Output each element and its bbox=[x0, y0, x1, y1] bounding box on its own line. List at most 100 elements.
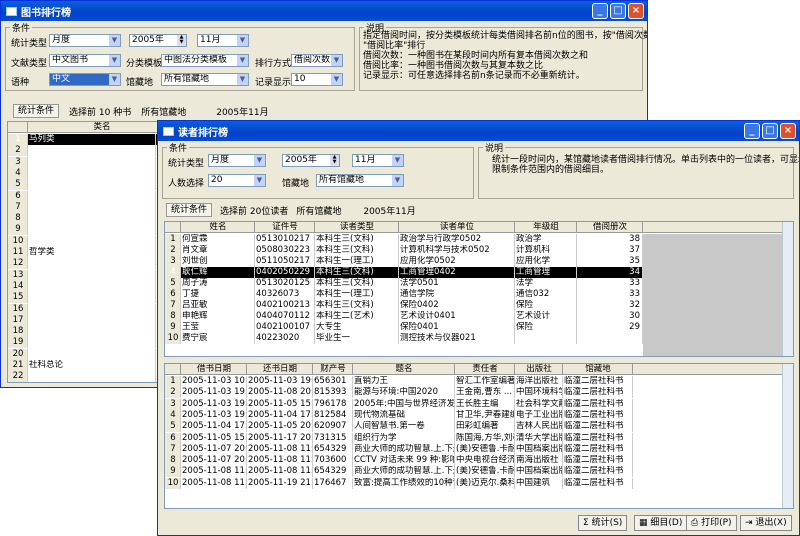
stat-type-select[interactable]: 月度 ▼ bbox=[49, 34, 121, 47]
row-number: 10 bbox=[165, 477, 181, 489]
month-select[interactable]: 11月 ▼ bbox=[197, 34, 249, 47]
detail-button[interactable]: ▦ 细目(D) bbox=[634, 515, 688, 531]
table-row[interactable]: 92005-11-08 11:04:092005-11-08 11:03:296… bbox=[165, 466, 793, 478]
row-number: 22 bbox=[8, 371, 28, 382]
reader-cell: 38 bbox=[577, 234, 643, 245]
reader-cell: 申艳辉 bbox=[181, 311, 255, 322]
reader-cell: 保险 bbox=[515, 300, 577, 311]
dropdown-arrow-icon: ▼ bbox=[331, 74, 342, 85]
record-display-value: 10 bbox=[294, 74, 306, 84]
table-row[interactable]: 9 王莹 0402100107 大专生 保险0401 保险 29 bbox=[165, 322, 643, 333]
detail-cell: (美)安德鲁.卡耐基 bbox=[455, 443, 515, 455]
language-select[interactable]: 中文 ▼ bbox=[49, 73, 121, 86]
category-cell: 马列类 bbox=[28, 134, 156, 145]
note-text: 统计一段时间内，某馆藏地读者借阅排行情况。单击列表中的一位读者，可显示其在 限制… bbox=[492, 155, 800, 175]
maximize-button[interactable]: □ bbox=[762, 123, 778, 139]
table-row[interactable]: 72005-11-07 20:15:062005-11-08 11:03:296… bbox=[165, 443, 793, 455]
order-select[interactable]: 借阅次数 ▼ bbox=[291, 54, 343, 67]
doc-type-value: 中文图书 bbox=[52, 55, 89, 65]
table-row[interactable]: 3 刘世创 0511050217 本科生一(理工) 应用化学0502 应用化学 35 bbox=[165, 256, 643, 267]
row-number: 5 bbox=[165, 421, 181, 433]
vertical-scrollbar[interactable] bbox=[782, 364, 793, 508]
reader-cell: 本科生三(文科) bbox=[315, 300, 399, 311]
table-row[interactable]: 5 周子涛 0513020125 本科生三(文科) 法学0501 法学 33 bbox=[165, 278, 643, 289]
doc-type-select[interactable]: 中文图书 ▼ bbox=[49, 54, 121, 67]
row-number: 3 bbox=[165, 256, 181, 267]
month-select[interactable]: 11月 ▼ bbox=[352, 154, 404, 167]
row-number: 3 bbox=[8, 156, 28, 168]
row-number: 8 bbox=[8, 213, 28, 225]
month-value: 11月 bbox=[200, 35, 221, 45]
row-number: 18 bbox=[8, 326, 28, 338]
detail-cell: 2005-11-04 17:17:23 bbox=[181, 421, 247, 433]
detail-cell: 2005-11-03 19:35:18 bbox=[181, 409, 247, 421]
print-button[interactable]: ⎙ 打印(P) bbox=[686, 515, 737, 531]
table-row[interactable]: 7 吕亚敏 0402100213 本科生三(文科) 保险0402 保险 32 bbox=[165, 300, 643, 311]
reader-cell: 保险 bbox=[515, 322, 577, 333]
reader-cell: 37 bbox=[577, 245, 643, 256]
table-row[interactable]: 12005-11-03 10:33:032005-11-03 19:32:486… bbox=[165, 376, 793, 387]
count-label: 人数选择 bbox=[168, 179, 205, 189]
table-row[interactable]: 32005-11-03 19:33:442005-11-05 15:53:307… bbox=[165, 398, 793, 410]
tab-condition[interactable]: 统计条件 bbox=[166, 203, 213, 217]
tab-condition[interactable]: 统计条件 bbox=[13, 104, 60, 118]
minimize-button[interactable]: _ bbox=[592, 3, 608, 19]
stat-button[interactable]: Σ 统计(S) bbox=[578, 515, 628, 531]
empty-area bbox=[643, 234, 793, 356]
table-row[interactable]: 6 丁捷 40326073 本科生一(理工) 通信学院 通信032 33 bbox=[165, 289, 643, 300]
detail-cell: 中国档案出版社 bbox=[515, 443, 563, 455]
column-header: 出版社 bbox=[515, 364, 563, 375]
year-spinner[interactable]: 2005年 ▲ ▼ bbox=[129, 34, 187, 47]
dropdown-arrow-icon: ▼ bbox=[331, 55, 342, 66]
close-button[interactable]: × bbox=[628, 3, 644, 19]
app-icon bbox=[6, 6, 17, 16]
detail-cell: 703600 bbox=[313, 455, 353, 467]
table-row[interactable]: 4 耿仁辉 0402050229 本科生三(文科) 工商管理0402 工商管理 34 bbox=[165, 267, 643, 278]
table-row[interactable]: 52005-11-04 17:17:232005-11-05 20:15:136… bbox=[165, 421, 793, 433]
detail-cell: 654329 bbox=[313, 443, 353, 455]
reader-cell: 艺术设计0401 bbox=[399, 311, 515, 322]
row-number: 7 bbox=[8, 201, 28, 213]
location-select[interactable]: 所有馆藏地 ▼ bbox=[316, 174, 404, 187]
table-row[interactable]: 2 肖文章 0508030223 本科生三(文科) 计算机科学与技术0502 计算机科 37 bbox=[165, 245, 643, 256]
table-row[interactable]: 62005-11-05 15:54:072005-11-17 20:55:147… bbox=[165, 432, 793, 444]
dropdown-arrow-icon: ▼ bbox=[109, 35, 120, 46]
table-row[interactable]: 22005-11-03 19:33:372005-11-08 20:50:018… bbox=[165, 387, 793, 399]
table-row[interactable]: 82005-11-07 20:16:122005-11-08 11:03:297… bbox=[165, 455, 793, 467]
exit-button[interactable]: ⇥ 退出(X) bbox=[740, 515, 792, 531]
detail-cell: 2005-11-03 19:33:44 bbox=[181, 398, 247, 410]
borrow-detail-table[interactable]: 借书日期还书日期财产号题名责任者出版社馆藏地12005-11-03 10:33:… bbox=[164, 363, 794, 509]
table-row[interactable]: 8 申艳辉 0404070112 本科生二(艺术) 艺术设计0401 艺术设计 30 bbox=[165, 311, 643, 322]
detail-cell: 临潼二层社科书 bbox=[563, 466, 633, 478]
print-button-label: 打印(P) bbox=[701, 518, 732, 528]
record-display-select[interactable]: 10 ▼ bbox=[291, 73, 343, 86]
detail-cell: 中国环境科学出版社 bbox=[515, 387, 563, 399]
dropdown-arrow-icon: ▼ bbox=[109, 55, 120, 66]
reader-ranking-table[interactable]: 姓名 证件号 读者类型 读者单位 年级组 借阅册次 1 何宣霖 0513010217 本科生三(文… bbox=[164, 221, 794, 357]
count-select[interactable]: 20 ▼ bbox=[208, 174, 266, 187]
reader-ranking-window: 读者排行榜 _ □ × 条件 统计类型 月度 ▼ 2005年 ▲ ▼ 11月 ▼ 人数选择 … bbox=[157, 120, 800, 536]
category-cell: 社科总论 bbox=[28, 360, 156, 371]
header-corner bbox=[8, 122, 28, 133]
minimize-button[interactable]: _ bbox=[744, 123, 760, 139]
table-row[interactable]: 42005-11-03 19:35:182005-11-04 17:16:138… bbox=[165, 409, 793, 421]
row-number: 6 bbox=[8, 190, 28, 202]
year-spinner[interactable]: 2005年 ▲ ▼ bbox=[282, 154, 340, 167]
maximize-button[interactable]: □ bbox=[610, 3, 626, 19]
table-row[interactable]: 10 费宁宸 40223020 毕业生一 测控技术与仪器021 bbox=[165, 333, 643, 344]
detail-cell: 2005-11-07 20:15:06 bbox=[181, 443, 247, 455]
location-select[interactable]: 所有馆藏地 ▼ bbox=[161, 73, 249, 86]
detail-cell: 2005-11-08 11:04:21 bbox=[181, 477, 247, 489]
class-template-select[interactable]: 中图法分类模板 ▼ bbox=[161, 54, 249, 67]
stat-type-select[interactable]: 月度 ▼ bbox=[208, 154, 266, 167]
vertical-scrollbar[interactable] bbox=[782, 222, 793, 356]
table-row[interactable]: 102005-11-08 11:04:212005-11-19 21:38:37… bbox=[165, 477, 793, 489]
close-button[interactable]: × bbox=[780, 123, 796, 139]
detail-cell: 2005-11-05 20:15:13 bbox=[247, 421, 313, 433]
reader-cell: 计算机科学与技术0502 bbox=[399, 245, 515, 256]
reader-cell: 政治学 bbox=[515, 234, 577, 245]
reader-cell: 通信032 bbox=[515, 289, 577, 300]
table-row[interactable]: 1 何宣霖 0513010217 本科生三(文科) 政治学与行政学0502 政治学 38 bbox=[165, 234, 643, 245]
condition-date: 2005年11月 bbox=[363, 206, 416, 217]
record-display-label: 记录显示 bbox=[255, 78, 292, 88]
